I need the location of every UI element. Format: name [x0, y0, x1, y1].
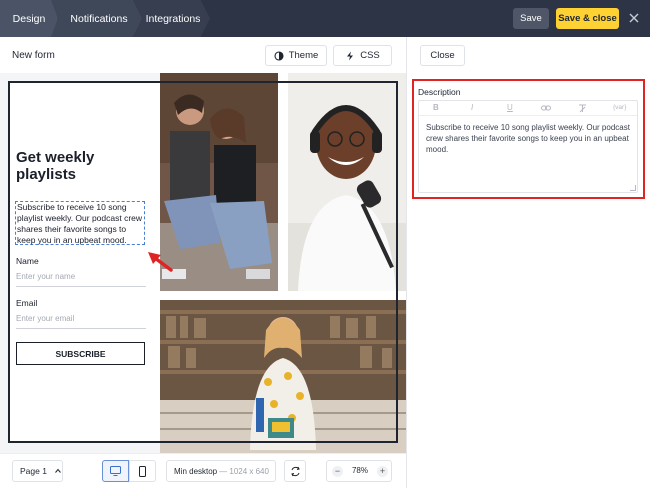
tab-notifications[interactable]: Notifications [50, 0, 142, 37]
tab-design[interactable]: Design [0, 0, 58, 37]
panel-divider [406, 37, 407, 488]
lightning-icon [347, 51, 354, 60]
description-editor[interactable]: B I U {var} Subscribe to receive 10 song… [418, 100, 638, 193]
rotate-button[interactable] [284, 460, 306, 482]
close-panel-button[interactable]: Close [420, 45, 465, 66]
tab-integrations-label: Integrations [145, 12, 201, 25]
form-name: New form [12, 50, 55, 61]
editor-toolbar: B I U {var} [419, 101, 637, 116]
underline-button[interactable]: U [507, 103, 513, 112]
form-title[interactable]: Get weekly playlists [16, 149, 146, 183]
photo-record-store [160, 300, 406, 453]
name-input[interactable]: Enter your name [16, 269, 146, 287]
chevron-up-icon [55, 468, 61, 473]
contrast-icon [274, 50, 284, 61]
photo-couple-listening [160, 73, 278, 291]
viewport-size-label: Min desktop [174, 466, 218, 476]
variable-button[interactable]: {var} [613, 104, 626, 111]
top-bar: Integrations Notifications Design Save S… [0, 0, 650, 37]
editor-text[interactable]: Subscribe to receive 10 song playlist we… [426, 122, 634, 155]
bold-button[interactable]: B [433, 103, 439, 112]
theme-button-label: Theme [288, 50, 319, 61]
zoom-out-button[interactable]: − [332, 466, 343, 477]
zoom-control: − 78% + [326, 460, 392, 482]
email-input[interactable]: Enter your email [16, 311, 146, 329]
tab-integrations[interactable]: Integrations [132, 0, 210, 37]
save-button[interactable]: Save [513, 8, 549, 29]
name-label: Name [16, 256, 39, 266]
resize-handle-icon[interactable] [630, 185, 636, 191]
form-description-selected[interactable]: Subscribe to receive 10 song playlist we… [15, 201, 145, 245]
arrow-annotation-icon [148, 252, 173, 272]
description-label: Description [418, 87, 461, 97]
viewport-size-select[interactable]: Min desktop — 1024 x 640 [166, 460, 276, 482]
zoom-in-button[interactable]: + [377, 466, 388, 477]
css-button[interactable]: CSS [333, 45, 392, 66]
css-button-label: CSS [360, 50, 380, 61]
tab-design-label: Design [12, 12, 46, 25]
italic-button[interactable]: I [471, 103, 473, 112]
email-label: Email [16, 298, 38, 308]
zoom-level: 78% [351, 466, 368, 475]
subscribe-button[interactable]: SUBSCRIBE [16, 342, 145, 365]
link-icon[interactable] [541, 104, 551, 112]
desktop-view-button[interactable] [102, 460, 129, 482]
clear-format-icon[interactable] [578, 104, 587, 113]
desktop-icon [110, 466, 121, 476]
tab-notifications-label: Notifications [70, 12, 128, 25]
photo-collage [160, 73, 406, 453]
mobile-view-button[interactable] [129, 460, 156, 482]
close-icon[interactable] [627, 11, 641, 25]
page-select[interactable]: Page 1 [12, 460, 63, 482]
bottom-bar: Page 1 Min desktop — 1024 x 640 − 78% + [0, 453, 406, 488]
viewport-size-dims: — 1024 x 640 [219, 466, 269, 476]
preview-canvas: Get weekly playlists Subscribe to receiv… [0, 73, 406, 453]
rotate-icon [290, 466, 300, 476]
mobile-icon [139, 465, 146, 477]
page-select-label: Page 1 [20, 466, 47, 476]
save-and-close-button[interactable]: Save & close [556, 8, 619, 29]
theme-button[interactable]: Theme [265, 45, 327, 66]
photo-podcast-host [288, 73, 406, 291]
